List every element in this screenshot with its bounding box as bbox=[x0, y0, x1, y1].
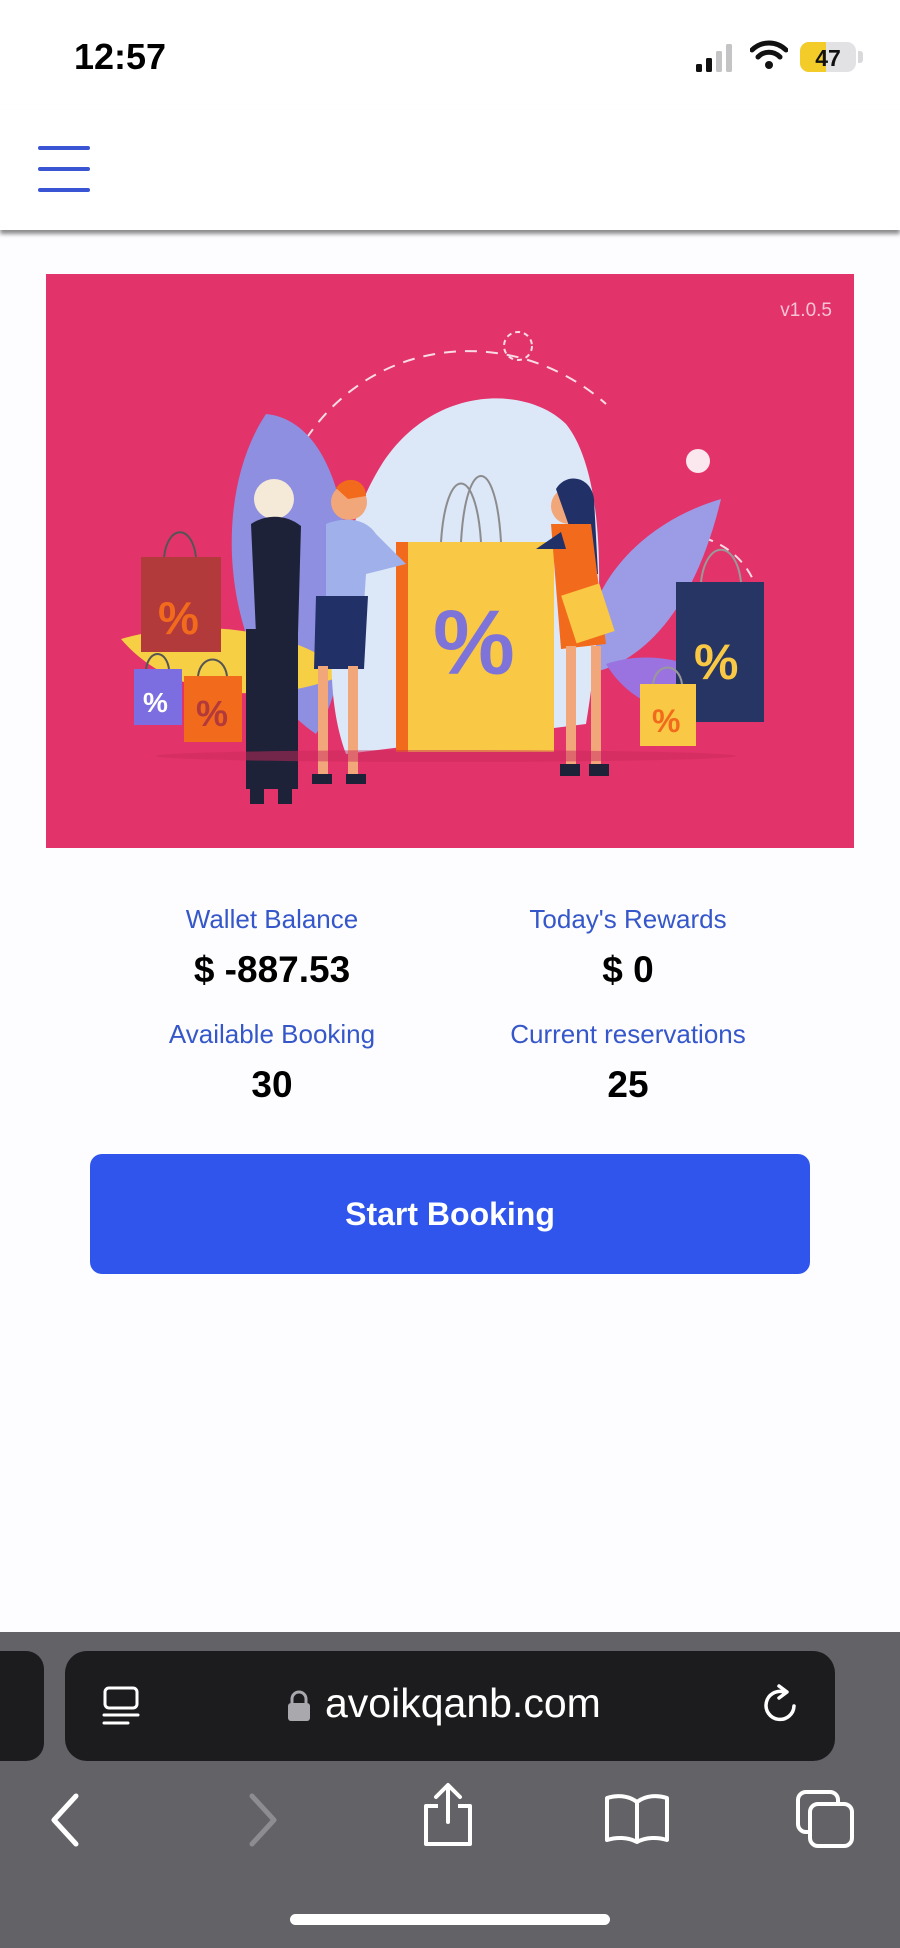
lock-icon bbox=[288, 1690, 310, 1721]
tabs-icon[interactable] bbox=[794, 1788, 856, 1850]
svg-text:%: % bbox=[143, 687, 168, 718]
version-label: v1.0.5 bbox=[780, 300, 832, 321]
wallet-balance-label: Wallet Balance bbox=[185, 904, 359, 934]
share-icon[interactable] bbox=[420, 1782, 476, 1848]
wallet-balance-stat: Wallet Balance $ -887.53 bbox=[112, 904, 432, 991]
wallet-balance-value: $ -887.53 bbox=[193, 949, 351, 990]
todays-rewards-stat: Today's Rewards $ 0 bbox=[468, 904, 788, 991]
bookmarks-icon[interactable] bbox=[604, 1792, 670, 1844]
status-bar: 12:57 47 bbox=[0, 0, 900, 110]
svg-text:%: % bbox=[433, 592, 515, 694]
battery-icon: 47 bbox=[800, 42, 856, 72]
home-indicator bbox=[290, 1914, 610, 1925]
url-text[interactable]: avoikqanb.com bbox=[325, 1680, 601, 1727]
forward-icon[interactable] bbox=[244, 1792, 280, 1848]
start-booking-button[interactable]: Start Booking bbox=[90, 1154, 810, 1274]
svg-text:%: % bbox=[158, 592, 199, 644]
status-time: 12:57 bbox=[74, 36, 167, 77]
svg-text:%: % bbox=[196, 693, 228, 734]
wifi-icon bbox=[750, 40, 788, 69]
battery-level: 47 bbox=[815, 45, 841, 71]
svg-text:%: % bbox=[652, 703, 680, 739]
reload-icon[interactable] bbox=[757, 1682, 803, 1728]
svg-text:%: % bbox=[694, 634, 738, 690]
shopping-illustration: % % % % % % bbox=[121, 331, 764, 804]
current-reservations-stat: Current reservations 25 bbox=[468, 1019, 788, 1106]
battery-cap bbox=[858, 51, 863, 63]
available-booking-stat: Available Booking 30 bbox=[112, 1019, 432, 1106]
previous-tab-preview[interactable] bbox=[0, 1651, 44, 1761]
menu-line bbox=[38, 167, 90, 171]
current-reservations-value: 25 bbox=[607, 1064, 649, 1105]
todays-rewards-label: Today's Rewards bbox=[529, 904, 727, 934]
available-booking-label: Available Booking bbox=[168, 1019, 376, 1049]
menu-line bbox=[38, 188, 90, 192]
hamburger-menu-icon[interactable] bbox=[38, 146, 90, 192]
app-header bbox=[0, 110, 900, 230]
reader-icon[interactable] bbox=[100, 1684, 144, 1728]
promo-banner: % % % % % % v1.0.5 bbox=[46, 274, 854, 848]
todays-rewards-value: $ 0 bbox=[602, 949, 654, 990]
signal-icon bbox=[696, 44, 732, 72]
available-booking-value: 30 bbox=[251, 1064, 293, 1105]
back-icon[interactable] bbox=[48, 1792, 84, 1848]
menu-line bbox=[38, 146, 90, 150]
current-reservations-label: Current reservations bbox=[510, 1019, 746, 1049]
